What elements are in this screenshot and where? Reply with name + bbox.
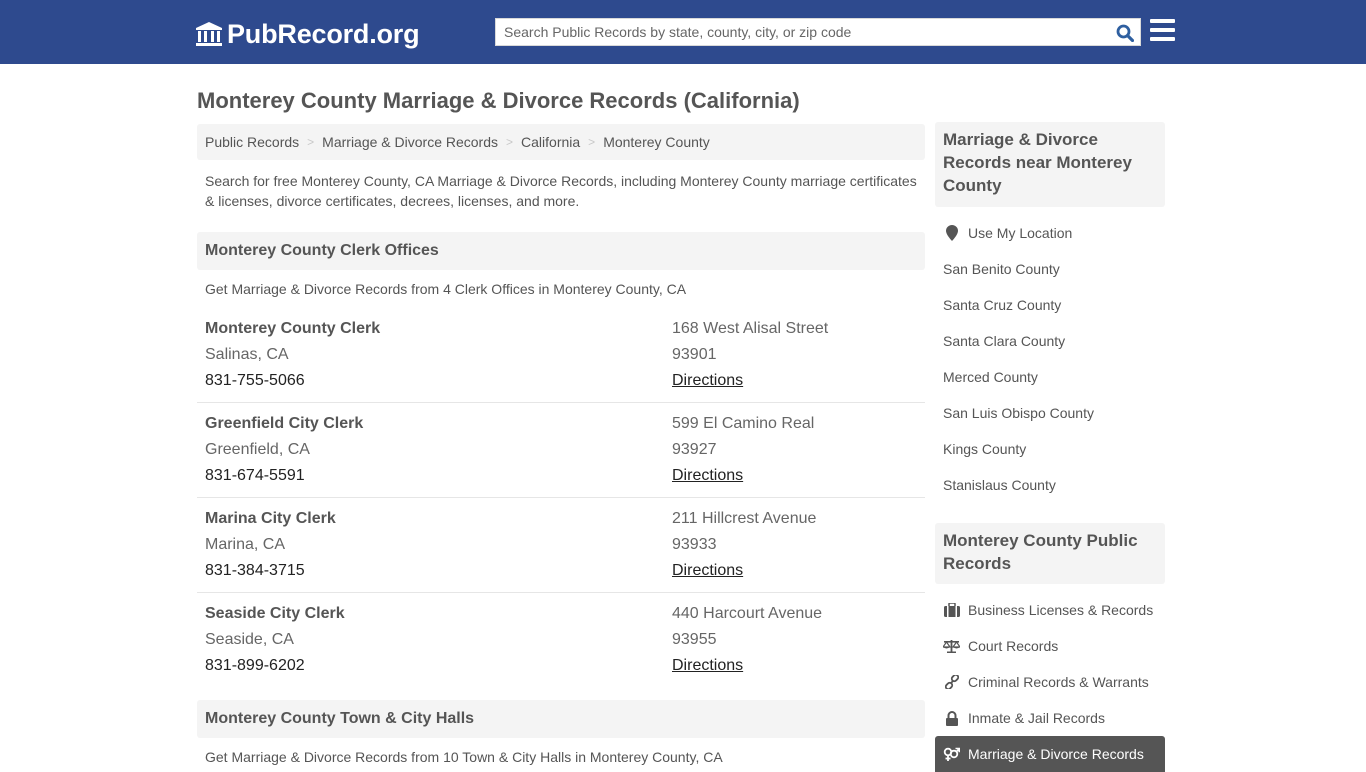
office-phone[interactable]: 831-899-6202 (205, 653, 345, 679)
link-icon (943, 674, 960, 690)
office-city: Salinas, CA (205, 346, 289, 363)
menu-bar (1150, 28, 1175, 32)
office-name: Monterey County Clerk (205, 320, 381, 337)
public-records-list: Business Licenses & Records Court Record… (935, 592, 1165, 772)
top-navbar: PubRecord.org (0, 0, 1366, 64)
office-zip: 93927 (672, 441, 717, 458)
search-input[interactable] (496, 19, 1106, 45)
sidebar-item-label: Marriage & Divorce Records (968, 746, 1144, 762)
logo-text: PubRecord.org (227, 18, 420, 49)
office-address: 440 Harcourt Avenue (672, 605, 823, 622)
sidebar-item-marriage-divorce[interactable]: Marriage & Divorce Records (935, 736, 1165, 772)
city-halls-heading: Monterey County Town & City Halls (197, 700, 925, 738)
breadcrumb-separator: > (506, 135, 514, 149)
directions-link[interactable]: Directions (672, 467, 743, 484)
office-card: Marina City Clerk Marina, CA 831-384-371… (197, 498, 925, 593)
office-name: Greenfield City Clerk (205, 415, 364, 432)
intro-text: Search for free Monterey County, CA Marr… (205, 173, 917, 209)
briefcase-icon (943, 602, 960, 618)
nearby-county-link[interactable]: Kings County (935, 431, 1165, 467)
nearby-county-link[interactable]: San Luis Obispo County (935, 395, 1165, 431)
office-card: Monterey County Clerk Salinas, CA 831-75… (197, 308, 925, 403)
office-city: Greenfield, CA (205, 441, 310, 458)
breadcrumb-marriage-divorce[interactable]: Marriage & Divorce Records (322, 134, 498, 150)
scales-icon (943, 638, 960, 654)
nearby-county-link[interactable]: Merced County (935, 359, 1165, 395)
map-marker-icon (943, 225, 960, 241)
office-name: Marina City Clerk (205, 510, 336, 527)
office-address: 599 El Camino Real (672, 415, 815, 432)
page-title: Monterey County Marriage & Divorce Recor… (197, 88, 800, 113)
breadcrumb-california[interactable]: California (521, 134, 580, 150)
office-zip: 93901 (672, 346, 717, 363)
nearby-county-link[interactable]: Stanislaus County (935, 467, 1165, 503)
office-card: Greenfield City Clerk Greenfield, CA 831… (197, 403, 925, 498)
sidebar-item-criminal-records[interactable]: Criminal Records & Warrants (935, 664, 1165, 700)
office-phone[interactable]: 831-755-5066 (205, 368, 380, 394)
hamburger-menu-button[interactable] (1150, 19, 1176, 43)
search-button[interactable] (1114, 22, 1136, 44)
nearby-records-heading: Marriage & Divorce Records near Monterey… (935, 122, 1165, 207)
nearby-county-link[interactable]: Santa Cruz County (935, 287, 1165, 323)
office-address: 168 West Alisal Street (672, 320, 829, 337)
breadcrumb-separator: > (588, 135, 596, 149)
sidebar-item-label: Inmate & Jail Records (968, 710, 1105, 726)
sidebar-item-label: Business Licenses & Records (968, 602, 1154, 618)
search-box (495, 18, 1141, 46)
office-city: Seaside, CA (205, 631, 294, 648)
breadcrumb-separator: > (307, 135, 315, 149)
directions-link[interactable]: Directions (672, 562, 743, 579)
lock-icon (943, 710, 960, 726)
office-phone[interactable]: 831-384-3715 (205, 558, 336, 584)
county-public-records-heading: Monterey County Public Records (935, 523, 1165, 584)
office-card: Seaside City Clerk Seaside, CA 831-899-6… (197, 593, 925, 688)
office-zip: 93933 (672, 536, 717, 553)
office-zip: 93955 (672, 631, 717, 648)
office-city: Marina, CA (205, 536, 286, 553)
office-name: Seaside City Clerk (205, 605, 345, 622)
breadcrumb-monterey-county[interactable]: Monterey County (603, 134, 710, 150)
directions-link[interactable]: Directions (672, 372, 743, 389)
nearby-county-link[interactable]: San Benito County (935, 251, 1165, 287)
site-logo[interactable]: PubRecord.org (195, 17, 420, 51)
sidebar-item-label: Court Records (968, 638, 1059, 654)
sidebar-item-business-licenses[interactable]: Business Licenses & Records (935, 592, 1165, 628)
menu-bar (1150, 37, 1175, 41)
search-icon (1116, 24, 1134, 42)
office-phone[interactable]: 831-674-5591 (205, 463, 363, 489)
city-halls-subtitle: Get Marriage & Divorce Records from 10 T… (205, 749, 723, 765)
genders-icon (943, 746, 960, 762)
office-address: 211 Hillcrest Avenue (672, 510, 817, 527)
use-my-location-link[interactable]: Use My Location (935, 215, 1165, 251)
clerk-offices-heading: Monterey County Clerk Offices (197, 232, 925, 270)
directions-link[interactable]: Directions (672, 657, 743, 674)
courthouse-icon (196, 22, 222, 46)
sidebar-item-inmate-records[interactable]: Inmate & Jail Records (935, 700, 1165, 736)
nearby-county-link[interactable]: Santa Clara County (935, 323, 1165, 359)
use-my-location-label: Use My Location (968, 225, 1073, 241)
sidebar-item-label: Criminal Records & Warrants (968, 674, 1149, 690)
breadcrumb: Public Records > Marriage & Divorce Reco… (197, 124, 925, 160)
menu-bar (1150, 19, 1175, 23)
sidebar-item-court-records[interactable]: Court Records (935, 628, 1165, 664)
clerk-offices-subtitle: Get Marriage & Divorce Records from 4 Cl… (205, 281, 687, 297)
nearby-counties-list: Use My Location San Benito County Santa … (935, 215, 1165, 503)
breadcrumb-public-records[interactable]: Public Records (205, 134, 299, 150)
